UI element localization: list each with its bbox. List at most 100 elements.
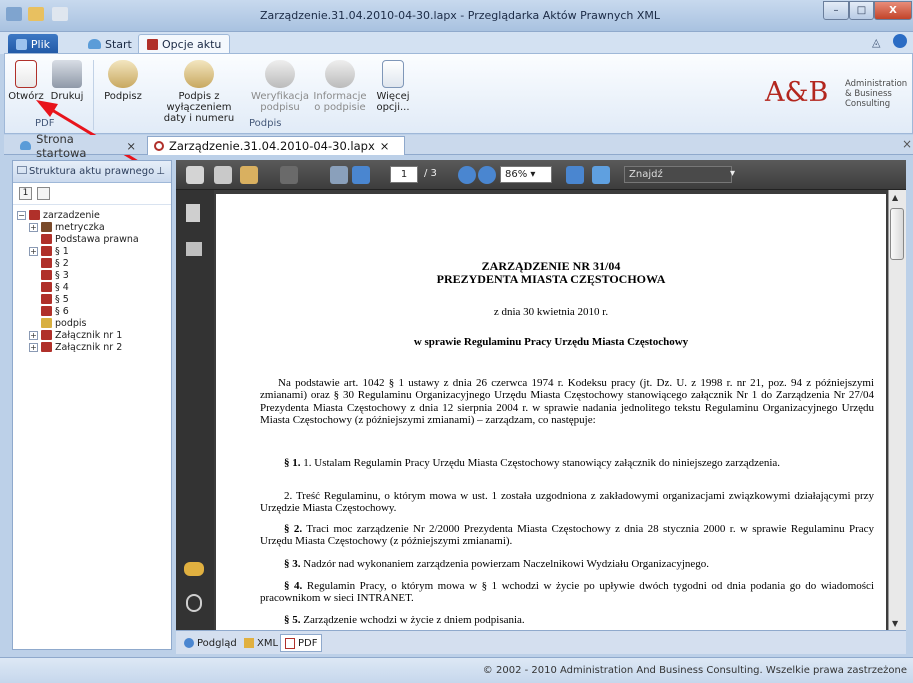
binoculars-icon[interactable] bbox=[186, 242, 202, 256]
maximize-button[interactable]: □ bbox=[849, 1, 874, 20]
open-folder-icon[interactable] bbox=[28, 7, 44, 21]
zoom-in-icon[interactable] bbox=[478, 166, 496, 184]
tab-close-icon[interactable]: × bbox=[126, 139, 136, 153]
page-total: / 3 bbox=[424, 168, 437, 179]
signature-info-button[interactable]: Informacje o podpisie bbox=[311, 60, 369, 113]
tree-node[interactable]: + Załącznik nr 2 bbox=[29, 341, 122, 353]
tree-expander-icon bbox=[29, 295, 38, 304]
scroll-down-icon[interactable]: ▼ bbox=[892, 619, 898, 628]
tab-podglad[interactable]: Podgląd bbox=[180, 634, 241, 652]
collapse-ribbon-icon[interactable]: ◬ bbox=[872, 36, 880, 49]
tree-expander-icon[interactable]: + bbox=[29, 342, 38, 352]
open-button[interactable]: Otwórz bbox=[7, 60, 45, 102]
comments-icon[interactable] bbox=[184, 562, 204, 576]
zoom-out-icon[interactable] bbox=[458, 166, 476, 184]
p1-text: 1. Ustalam Regulamin Pracy Urzędu Miasta… bbox=[300, 457, 781, 469]
stamp-icon bbox=[184, 60, 214, 88]
logo-line-2: & Business bbox=[845, 89, 892, 99]
tree-expander-icon bbox=[29, 319, 38, 328]
help-icon[interactable] bbox=[893, 34, 907, 48]
structure-icon bbox=[17, 166, 27, 174]
tree-node[interactable]: § 3 bbox=[29, 269, 69, 281]
pages-icon[interactable] bbox=[186, 204, 200, 222]
tab-start[interactable]: Start bbox=[80, 34, 140, 54]
page-down-icon[interactable] bbox=[352, 166, 370, 184]
attachment-icon[interactable] bbox=[186, 594, 202, 612]
tree-expander-icon[interactable]: − bbox=[17, 210, 26, 220]
tree-node[interactable]: § 6 bbox=[29, 305, 69, 317]
tab-xml[interactable]: XML bbox=[240, 634, 282, 652]
tree-expander-icon bbox=[29, 307, 38, 316]
tab-close-icon[interactable]: × bbox=[380, 139, 390, 153]
tree-expander-icon[interactable]: + bbox=[29, 330, 38, 340]
tree-node-label: § 2 bbox=[55, 257, 69, 269]
tree-node[interactable]: − zarzadzenie bbox=[17, 209, 100, 221]
tree-node-icon bbox=[41, 342, 52, 352]
verify-signature-button[interactable]: Weryfikacja podpisu bbox=[251, 60, 309, 113]
tree-node[interactable]: § 4 bbox=[29, 281, 69, 293]
save-icon[interactable] bbox=[214, 166, 232, 184]
tab-opcje-aktu[interactable]: Opcje aktu bbox=[138, 34, 231, 54]
tree-node[interactable]: Podstawa prawna bbox=[29, 233, 139, 245]
app-icon[interactable] bbox=[6, 7, 22, 21]
tree-node[interactable]: § 2 bbox=[29, 257, 69, 269]
sign-without-date-button[interactable]: Podpis z wyłączeniem daty i numeru bbox=[149, 60, 249, 124]
pin-icon[interactable]: ⊥ bbox=[156, 161, 165, 182]
viewer-sidebar bbox=[176, 190, 214, 630]
print-icon[interactable] bbox=[186, 166, 204, 184]
sign-without-date-label-1: Podpis z wyłączeniem bbox=[166, 91, 232, 113]
tree-node-icon bbox=[41, 246, 52, 256]
tab-document[interactable]: Zarządzenie.31.04.2010-04-30.lapx × bbox=[147, 136, 405, 155]
tree-expander-icon[interactable]: + bbox=[29, 222, 38, 232]
tab-podglad-label: Podgląd bbox=[197, 637, 237, 649]
minimize-button[interactable]: – bbox=[823, 1, 849, 20]
tree-expander-icon bbox=[29, 283, 38, 292]
collapse-all-icon[interactable] bbox=[37, 187, 50, 200]
tree-node-label: metryczka bbox=[55, 221, 105, 233]
pdf-icon bbox=[285, 637, 295, 649]
doc-paragraph-1b: 2. Treść Regulaminu, o którym mowa w ust… bbox=[260, 490, 874, 515]
logo-text: Administration & Business Consulting bbox=[845, 79, 907, 109]
tab-start-page[interactable]: Strona startowa × bbox=[14, 132, 142, 160]
scrollbar-thumb[interactable] bbox=[890, 208, 904, 260]
structure-panel-header: Struktura aktu prawnego ⊥ bbox=[13, 161, 171, 183]
tree-node[interactable]: + § 1 bbox=[29, 245, 69, 257]
tree-node-icon bbox=[41, 294, 52, 304]
doc-paragraph-1: § 1. 1. Ustalam Regulamin Pracy Urzędu M… bbox=[260, 457, 874, 469]
act-options-icon bbox=[147, 39, 158, 50]
more-options-button[interactable]: Więcej opcji... bbox=[371, 60, 415, 113]
page-number-input[interactable]: 1 bbox=[390, 166, 418, 183]
fit-page-icon[interactable] bbox=[592, 166, 610, 184]
document-tabs: Strona startowa × Zarządzenie.31.04.2010… bbox=[4, 132, 913, 160]
close-button[interactable]: X bbox=[874, 1, 912, 20]
tabs-close-all-icon[interactable]: × bbox=[902, 137, 912, 151]
pdf-open-icon bbox=[15, 60, 37, 88]
tree-expander-icon[interactable]: + bbox=[29, 246, 38, 256]
fit-width-icon[interactable] bbox=[566, 166, 584, 184]
expand-all-icon[interactable]: 1 bbox=[19, 187, 32, 200]
export-icon[interactable] bbox=[240, 166, 258, 184]
logo-mark: A&B bbox=[765, 77, 829, 108]
tool-icon[interactable] bbox=[280, 166, 298, 184]
tab-pdf[interactable]: PDF bbox=[280, 634, 323, 652]
search-placeholder: Znajdź bbox=[629, 169, 663, 180]
tree-node[interactable]: § 5 bbox=[29, 293, 69, 305]
zoom-select[interactable]: 86% ▾ bbox=[500, 166, 552, 183]
scroll-up-icon[interactable]: ▲ bbox=[892, 193, 898, 202]
tree-node[interactable]: + metryczka bbox=[29, 221, 105, 233]
tree-node[interactable]: + Załącznik nr 1 bbox=[29, 329, 122, 341]
doc-preamble: Na podstawie art. 1042 § 1 ustawy z dnia… bbox=[260, 377, 874, 427]
search-dropdown-icon[interactable]: ▾ bbox=[730, 168, 735, 179]
tree-node[interactable]: podpis bbox=[29, 317, 87, 329]
quick-access-icon[interactable] bbox=[52, 7, 68, 21]
tree-node-label: § 1 bbox=[55, 245, 69, 257]
search-input[interactable]: Znajdź bbox=[624, 166, 732, 183]
tab-document-label: Zarządzenie.31.04.2010-04-30.lapx bbox=[169, 139, 375, 153]
p3-text: Nadzór nad wykonaniem zarządzenia powier… bbox=[300, 558, 710, 570]
page-up-icon[interactable] bbox=[330, 166, 348, 184]
tab-plik[interactable]: Plik bbox=[8, 34, 58, 54]
structure-panel: Struktura aktu prawnego ⊥ 1 − zarzadzenie… bbox=[12, 160, 172, 650]
doc-paragraph-4: § 4. Regulamin Pracy, o którym mowa w § … bbox=[260, 580, 874, 605]
print-button[interactable]: Drukuj bbox=[47, 60, 87, 102]
sign-button[interactable]: Podpisz bbox=[101, 60, 145, 102]
